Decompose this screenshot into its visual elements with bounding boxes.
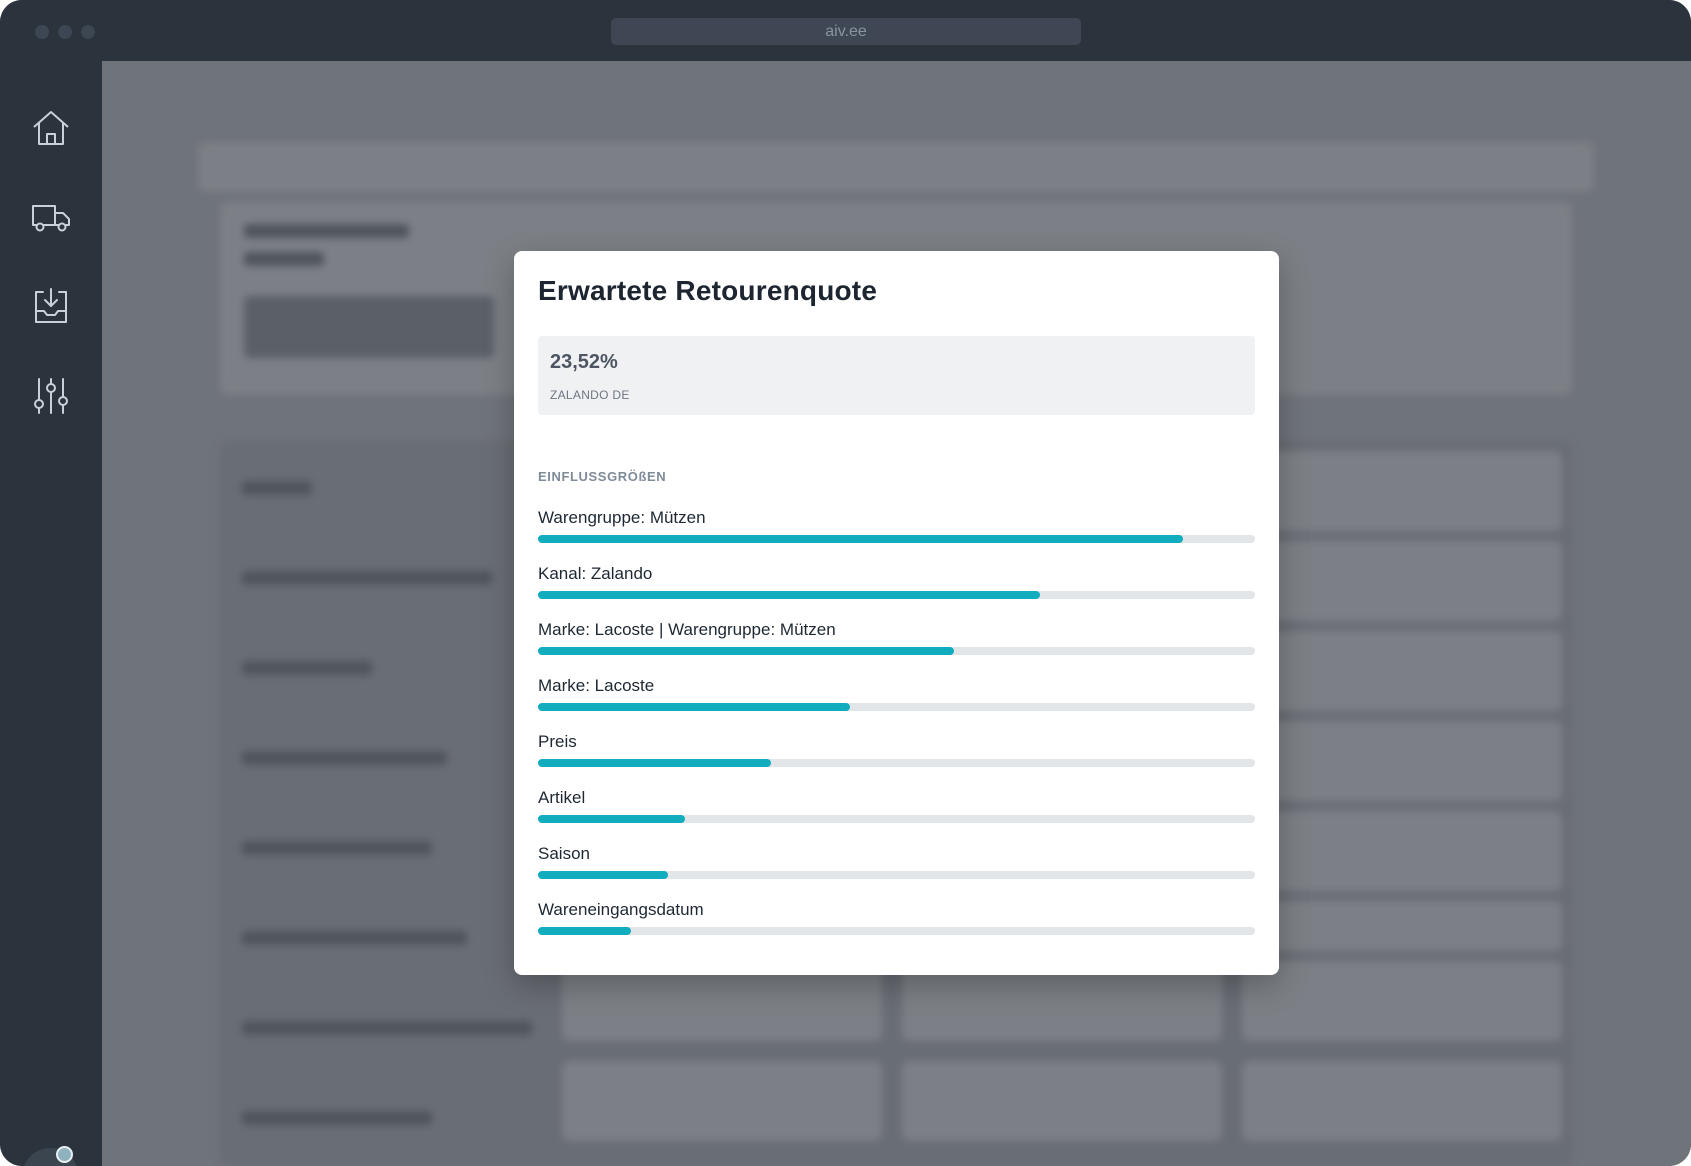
bg-cell [1242, 631, 1562, 711]
factor-bar-track [538, 591, 1255, 599]
factor-bar-track [538, 871, 1255, 879]
sidebar: PH [0, 61, 102, 1166]
bg-cell [562, 1061, 882, 1141]
factor-label: Preis [538, 732, 577, 751]
factor-label: Warengruppe: Mützen [538, 508, 706, 527]
bg-text [242, 1111, 432, 1125]
bg-cell [902, 1061, 1222, 1141]
bg-cell [1242, 1061, 1562, 1141]
modal-title: Erwartete Retourenquote [538, 275, 878, 306]
factor-row: Wareneingangsdatum [538, 900, 1255, 944]
sidebar-item-settings[interactable] [28, 375, 74, 421]
factor-row: Artikel [538, 788, 1255, 832]
bg-text [242, 661, 372, 675]
bg-cell [1242, 451, 1562, 531]
address-bar[interactable]: aiv.ee [611, 18, 1081, 45]
bg-text [242, 841, 432, 855]
bg-cell [1242, 811, 1562, 891]
bg-text [244, 224, 409, 238]
factor-label: Wareneingangsdatum [538, 900, 704, 919]
app-window: aiv.ee PH [0, 0, 1691, 1166]
expected-return-rate-modal: Erwartete Retourenquote 23,52% ZALANDO D… [514, 251, 1279, 975]
return-rate-value: 23,52% [550, 351, 618, 373]
factor-bar-fill [538, 591, 1040, 599]
factor-label: Kanal: Zalando [538, 564, 653, 583]
channel-label: ZALANDO DE [550, 388, 630, 402]
bg-text [242, 931, 467, 945]
sliders-icon [29, 374, 73, 423]
sidebar-item-returns[interactable] [28, 285, 74, 331]
factor-bar-track [538, 759, 1255, 767]
factor-bar-track [538, 815, 1255, 823]
factor-label: Artikel [538, 788, 586, 807]
bg-cell [1242, 901, 1562, 951]
factor-bar-fill [538, 871, 669, 879]
factor-label: Marke: Lacoste [538, 676, 655, 695]
factor-bar-fill [538, 815, 685, 823]
bg-text [244, 252, 324, 266]
factor-bar-track [538, 535, 1255, 543]
bg-text [242, 1021, 532, 1035]
window-minimize-dot[interactable] [58, 25, 72, 39]
factor-label: Marke: Lacoste | Warengruppe: Mützen [538, 620, 836, 639]
factor-bar-fill [538, 535, 1184, 543]
bg-field [244, 296, 494, 358]
sidebar-item-home[interactable] [28, 107, 74, 153]
factor-row: Saison [538, 844, 1255, 888]
browser-titlebar: aiv.ee [0, 0, 1691, 61]
factor-bar-track [538, 647, 1255, 655]
status-badge [56, 1146, 73, 1163]
factor-label: Saison [538, 844, 590, 863]
window-close-dot[interactable] [35, 25, 49, 39]
factor-bar-track [538, 703, 1255, 711]
factor-row: Kanal: Zalando [538, 564, 1255, 608]
factor-row: Warengruppe: Mützen [538, 508, 1255, 552]
window-maximize-dot[interactable] [81, 25, 95, 39]
factor-bar-fill [538, 647, 954, 655]
bg-cell [1242, 961, 1562, 1041]
factor-bar-track [538, 927, 1255, 935]
factor-bar-fill [538, 703, 850, 711]
factor-row: Preis [538, 732, 1255, 776]
bg-text [242, 571, 492, 585]
factor-row: Marke: Lacoste | Warengruppe: Mützen [538, 620, 1255, 664]
bg-cell [1242, 541, 1562, 621]
bg-text [242, 481, 312, 495]
truck-icon [29, 195, 73, 244]
bg-tab-strip [198, 142, 1594, 192]
sidebar-item-shipping[interactable] [28, 196, 74, 242]
factor-bar-fill [538, 927, 632, 935]
inbox-download-icon [29, 284, 73, 333]
factor-bar-fill [538, 759, 772, 767]
factors-heading: EINFLUSSGRÖßEN [538, 469, 667, 484]
bg-text [242, 751, 447, 765]
kpi-card: 23,52% ZALANDO DE [538, 336, 1255, 415]
bg-cell [1242, 721, 1562, 801]
factor-row: Marke: Lacoste [538, 676, 1255, 720]
home-icon [29, 106, 73, 155]
